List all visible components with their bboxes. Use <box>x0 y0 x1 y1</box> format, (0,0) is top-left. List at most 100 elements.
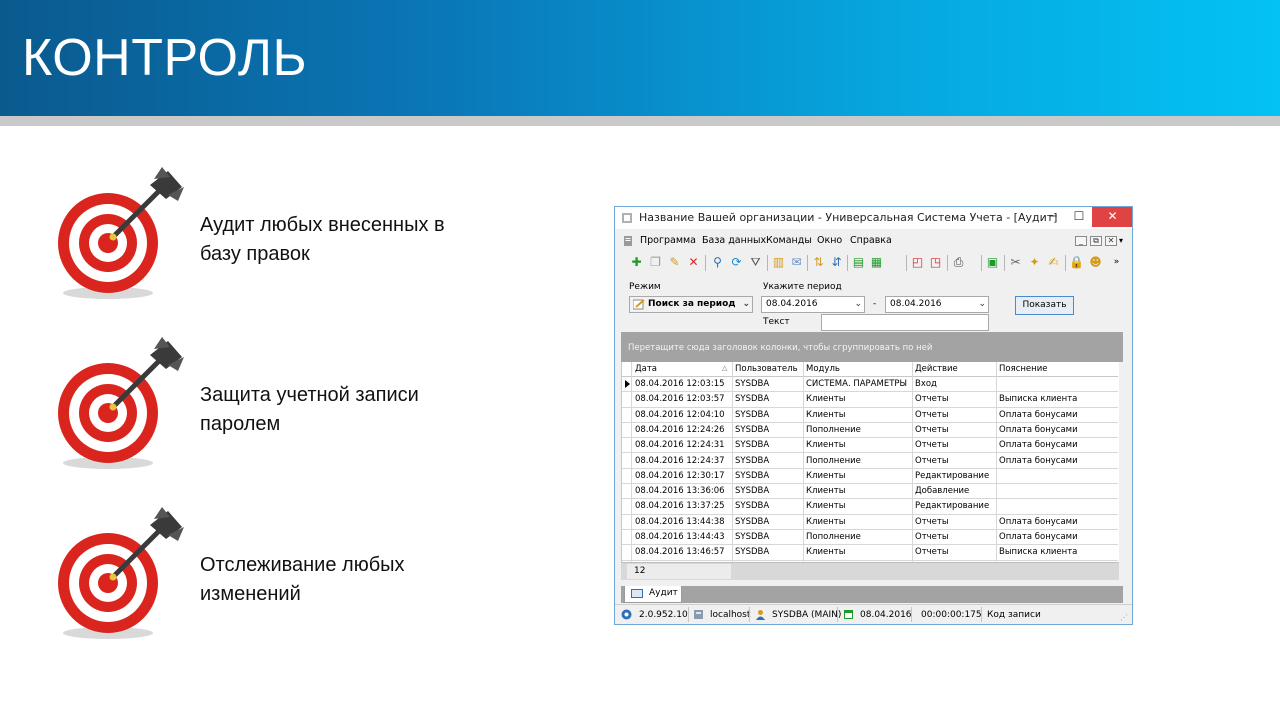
cell-user: SYSDBA <box>735 424 770 435</box>
cell-user: SYSDBA <box>735 394 770 405</box>
cell-action: Редактирование <box>915 501 990 512</box>
status-separator <box>688 607 689 622</box>
cell-module: Пополнение <box>806 455 861 466</box>
window-titlebar[interactable]: Название Вашей организации - Универсальн… <box>615 207 1132 229</box>
server-icon <box>694 610 703 619</box>
table-row[interactable]: 08.04.2016 12:30:17 SYSDBA Клиенты Редактир… <box>622 469 1118 485</box>
toolbar: ✚ ❐ ✎ ✕ ⚲ ⟳ ⛛ ▥ ✉ ⇅ ⇵ ▤ ▦ ◰ ◳ ⎙ ▣ ✂ ✦ ✍ … <box>621 252 1126 274</box>
mdi-close-button[interactable]: ✕ <box>1105 236 1117 246</box>
bullet-line-2: паролем <box>200 413 281 435</box>
table-row[interactable]: 08.04.2016 13:36:06 SYSDBA Клиенты Добавлен… <box>622 484 1118 500</box>
toolbar-separator <box>847 255 848 271</box>
column-header-note[interactable]: Пояснение <box>999 364 1047 374</box>
menu-help[interactable]: Справка <box>850 235 892 246</box>
menu-window[interactable]: Окно <box>817 235 842 246</box>
search-icon[interactable]: ⚲ <box>710 255 725 270</box>
maximize-button[interactable]: ☐ <box>1065 207 1093 227</box>
cell-date: 08.04.2016 13:44:38 <box>635 516 725 527</box>
menu-bar: Программа База данных Команды Окно Справ… <box>621 233 1126 249</box>
lock-icon[interactable]: 🔒 <box>1069 255 1084 270</box>
table-row[interactable]: 08.04.2016 13:44:43 SYSDBA Пополнение Отчет… <box>622 530 1118 546</box>
table-row[interactable]: 08.04.2016 13:44:38 SYSDBA Клиенты Отчеты Оп… <box>622 515 1118 530</box>
audit-table: Дата △ Пользователь Модуль Действие Пояс… <box>621 362 1119 562</box>
column-header-date[interactable]: Дата <box>635 364 657 374</box>
add-icon[interactable]: ✚ <box>629 255 644 270</box>
cell-date: 08.04.2016 12:03:15 <box>635 379 725 389</box>
table-row[interactable]: 08.04.2016 13:37:25 SYSDBA Клиенты Редактир… <box>622 499 1118 515</box>
sort-triangle-icon: △ <box>722 364 728 372</box>
tab-strip: Аудит <box>621 586 1123 603</box>
filter-icon[interactable]: ⛛ <box>748 255 763 270</box>
cell-module: Пополнение <box>806 424 861 435</box>
menu-database[interactable]: База данных <box>702 235 766 246</box>
users-icon[interactable]: ☻ <box>1088 255 1103 270</box>
sort-desc-icon[interactable]: ⇵ <box>829 255 844 270</box>
comment-icon[interactable]: ✉ <box>789 255 804 270</box>
record-count: 12 <box>627 564 731 579</box>
window-new-icon[interactable]: ◰ <box>910 255 925 270</box>
wand-icon[interactable]: ✦ <box>1027 255 1042 270</box>
group-panel[interactable]: Перетащите сюда заголовок колонки, чтобы… <box>621 332 1123 362</box>
cell-user: SYSDBA <box>735 532 770 542</box>
chart-icon[interactable]: ▥ <box>771 255 786 270</box>
copy-icon[interactable]: ❐ <box>648 255 663 270</box>
mode-select[interactable]: Поиск за период ⌄ <box>629 296 753 313</box>
print-icon[interactable]: ⎙ <box>951 255 966 270</box>
date-from-picker[interactable]: 08.04.2016 ⌄ <box>761 296 865 313</box>
window-close-icon[interactable]: ◳ <box>928 255 943 270</box>
import-icon[interactable]: ▦ <box>869 255 884 270</box>
tab-audit[interactable]: Аудит <box>624 586 682 603</box>
mdi-minimize-button[interactable]: _ <box>1075 236 1087 246</box>
menu-overflow-icon[interactable]: ▾ <box>1119 236 1123 245</box>
status-host: localhost <box>710 610 751 620</box>
table-row[interactable]: 08.04.2016 12:03:57 SYSDBA Клиенты Отчеты Вы… <box>622 392 1118 408</box>
note-icon[interactable]: ✍ <box>1046 255 1061 270</box>
version-icon <box>621 609 632 620</box>
mdi-restore-button[interactable]: ⧉ <box>1090 236 1102 246</box>
cell-action: Отчеты <box>915 424 949 435</box>
table-row[interactable]: 08.04.2016 12:24:26 SYSDBA Пополнение Отчет… <box>622 423 1118 439</box>
column-header-action[interactable]: Действие <box>915 364 958 374</box>
toolbar-overflow-icon[interactable]: » <box>1109 255 1124 270</box>
sort-asc-icon[interactable]: ⇅ <box>811 255 826 270</box>
table-row[interactable]: 08.04.2016 12:24:31 SYSDBA Клиенты Отчеты Оп… <box>622 438 1118 454</box>
table-row[interactable]: 08.04.2016 12:24:37 SYSDBA Пополнение Отчет… <box>622 454 1118 469</box>
column-header-user[interactable]: Пользователь <box>735 364 798 374</box>
slide: КОНТРОЛЬ Аудит любых внесенных в базу пр… <box>0 0 1280 720</box>
close-button[interactable]: ✕ <box>1092 207 1132 227</box>
toolbar-separator <box>705 255 706 271</box>
resize-grip-icon[interactable]: ⋰ <box>1120 613 1128 622</box>
status-separator <box>981 607 982 622</box>
menu-program[interactable]: Программа <box>640 235 696 246</box>
cell-note: Выписка клиента <box>999 394 1078 405</box>
row-pointer-icon <box>625 380 630 388</box>
show-button[interactable]: Показать <box>1015 296 1074 315</box>
table-row[interactable]: 08.04.2016 13:46:57 SYSDBA Клиенты Отчеты Вы… <box>622 545 1118 561</box>
refresh-icon[interactable]: ⟳ <box>729 255 744 270</box>
chevron-down-icon: ⌄ <box>742 299 750 309</box>
edit-icon[interactable]: ✎ <box>667 255 682 270</box>
table-row[interactable]: 08.04.2016 12:03:15 SYSDBA СИСТЕМА. ПАРАМЕ… <box>622 377 1118 393</box>
bullet-text: Защита учетной записи паролем <box>200 381 419 439</box>
group-hint: Перетащите сюда заголовок колонки, чтобы… <box>628 343 933 353</box>
calendar-icon[interactable]: ▣ <box>985 255 1000 270</box>
cell-user: SYSDBA <box>735 379 770 389</box>
cell-action: Редактирование <box>915 470 990 481</box>
minimize-button[interactable]: ─ <box>1039 207 1067 227</box>
target-icon <box>58 167 184 299</box>
menu-commands[interactable]: Команды <box>766 235 812 246</box>
export-icon[interactable]: ▤ <box>851 255 866 270</box>
toolbar-separator <box>1004 255 1005 271</box>
table-row[interactable]: 08.04.2016 12:04:10 SYSDBA Клиенты Отчеты Оп… <box>622 408 1118 423</box>
cell-action: Отчеты <box>915 547 949 558</box>
cell-date: 08.04.2016 13:44:43 <box>635 532 725 542</box>
delete-icon[interactable]: ✕ <box>686 255 701 270</box>
column-header-module[interactable]: Модуль <box>806 364 840 374</box>
cell-date: 08.04.2016 13:36:06 <box>635 486 725 497</box>
tools-icon[interactable]: ✂ <box>1008 255 1023 270</box>
window-title: Название Вашей организации - Универсальн… <box>639 211 1058 224</box>
cell-user: SYSDBA <box>735 440 770 451</box>
text-input[interactable] <box>821 314 989 331</box>
date-to-picker[interactable]: 08.04.2016 ⌄ <box>885 296 989 313</box>
cell-action: Вход <box>915 379 937 389</box>
